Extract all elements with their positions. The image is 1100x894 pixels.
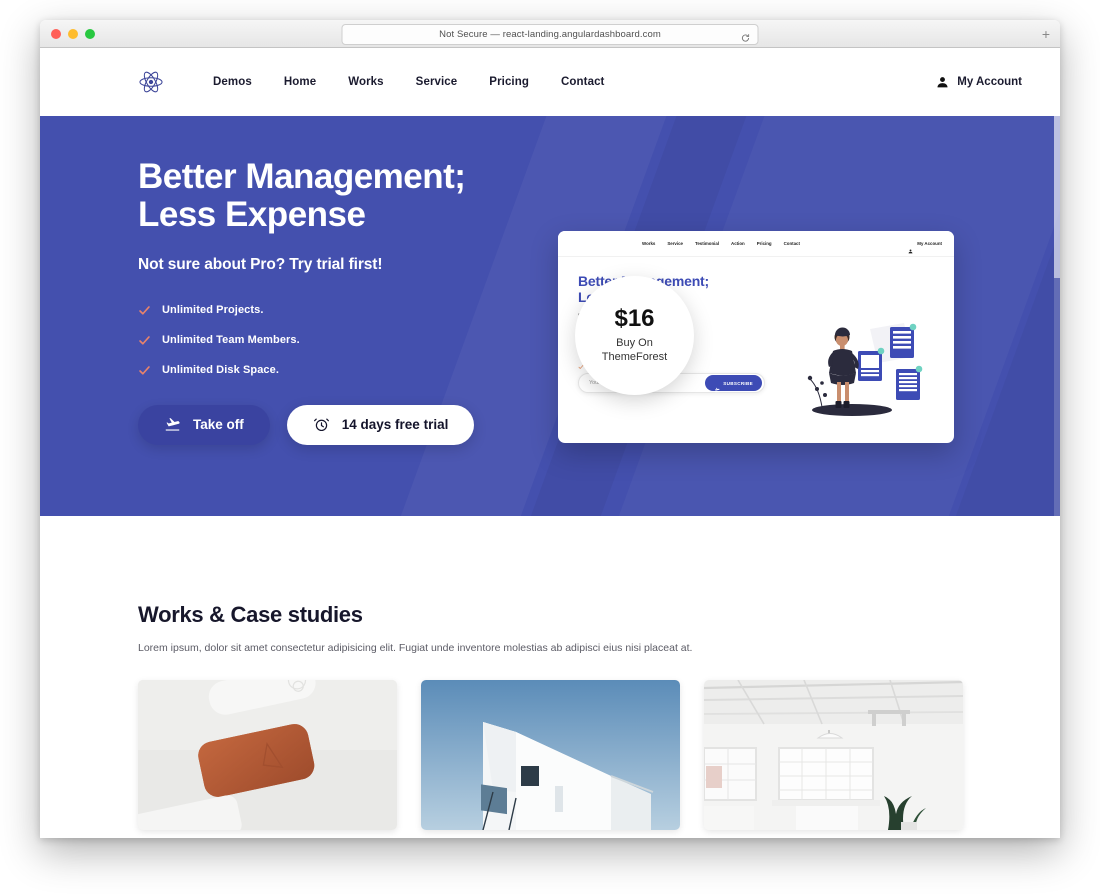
scrollbar-thumb[interactable]: [1054, 48, 1060, 278]
price-badge-line2: ThemeForest: [601, 350, 668, 363]
take-off-button[interactable]: Take off: [138, 404, 270, 445]
zoom-window-button[interactable]: [85, 29, 95, 39]
flight-takeoff-icon: [164, 416, 181, 433]
screenshot-root: Not Secure — react-landing.angulardashbo…: [0, 0, 1100, 894]
feature-label: Unlimited Team Members.: [162, 334, 300, 347]
work-card[interactable]: [138, 680, 397, 830]
feature-label: Unlimited Disk Space.: [162, 364, 280, 377]
flight-takeoff-icon: [714, 380, 720, 393]
hero-heading-line2: Less Expense: [138, 194, 366, 234]
preview-nav-link-action: Action: [731, 241, 745, 246]
preview-nav-link-works: Works: [642, 241, 656, 246]
works-card-grid: [138, 680, 1060, 830]
nav-link-service[interactable]: Service: [400, 76, 474, 88]
works-section: Works & Case studies Lorem ipsum, dolor …: [40, 516, 1060, 830]
my-account-label: My Account: [957, 76, 1022, 88]
work-card[interactable]: [704, 680, 963, 830]
free-trial-button[interactable]: 14 days free trial: [286, 404, 475, 445]
page-viewport: Demos Home Works Service Pricing Contact…: [40, 48, 1060, 838]
preview-my-account: My Account: [908, 241, 942, 254]
person-icon: [936, 76, 949, 89]
works-title: Works & Case studies: [138, 602, 363, 627]
preview-nav-link-testimonial: Testimonial: [694, 241, 720, 246]
preview-subscribe-label: SUBSCRIBE: [723, 380, 753, 386]
traffic-lights: [51, 29, 95, 39]
new-tab-button[interactable]: +: [1036, 23, 1056, 44]
price-amount: $16: [614, 304, 655, 332]
check-icon: [138, 304, 151, 317]
work-card[interactable]: [421, 680, 680, 830]
take-off-label: Take off: [193, 417, 244, 433]
nav-link-home[interactable]: Home: [268, 76, 332, 88]
minimize-window-button[interactable]: [68, 29, 78, 39]
close-window-button[interactable]: [51, 29, 61, 39]
site-navigation: Demos Home Works Service Pricing Contact…: [40, 48, 1060, 116]
hero-heading: Better Management; Less Expense: [138, 158, 1060, 234]
page-scrollbar[interactable]: [1054, 48, 1060, 838]
feature-label: Unlimited Projects.: [162, 304, 264, 317]
price-badge-line1: Buy On: [616, 336, 653, 349]
reload-icon[interactable]: [741, 30, 751, 42]
nav-link-works[interactable]: Works: [332, 76, 399, 88]
nav-link-pricing[interactable]: Pricing: [473, 76, 545, 88]
person-icon: [908, 241, 913, 254]
my-account-link[interactable]: My Account: [936, 76, 1022, 89]
preview-nav-link-pricing: Pricing: [756, 241, 772, 246]
works-description: Lorem ipsum, dolor sit amet consectetur …: [138, 642, 693, 654]
check-icon: [138, 334, 151, 347]
preview-my-account-label: My Account: [917, 241, 942, 246]
hero-heading-line1: Better Management;: [138, 157, 466, 196]
nav-link-contact[interactable]: Contact: [545, 76, 621, 88]
preview-navigation: Works Service Testimonial Action Pricing…: [558, 231, 954, 257]
browser-window: Not Secure — react-landing.angulardashbo…: [40, 20, 1060, 838]
alarm-clock-icon: [313, 416, 330, 433]
nav-links: Demos Home Works Service Pricing Contact: [197, 76, 621, 88]
price-badge[interactable]: $16 Buy On ThemeForest: [575, 276, 694, 395]
nav-link-demos[interactable]: Demos: [197, 76, 268, 88]
preview-nav-link-contact: Contact: [783, 241, 800, 246]
hero-section: Better Management; Less Expense Not sure…: [40, 116, 1060, 516]
check-icon: [138, 364, 151, 377]
preview-nav-links: Works Service Testimonial Action Pricing…: [642, 241, 800, 246]
address-bar-text: Not Secure — react-landing.angulardashbo…: [439, 29, 661, 40]
atom-logo-icon[interactable]: [138, 69, 164, 95]
preview-subscribe-button: SUBSCRIBE: [705, 375, 762, 393]
browser-titlebar: Not Secure — react-landing.angulardashbo…: [40, 20, 1060, 48]
address-bar[interactable]: Not Secure — react-landing.angulardashbo…: [341, 24, 759, 45]
woman-with-documents-illustration: [800, 311, 940, 421]
free-trial-label: 14 days free trial: [341, 417, 449, 433]
preview-nav-link-service: Service: [667, 241, 683, 246]
